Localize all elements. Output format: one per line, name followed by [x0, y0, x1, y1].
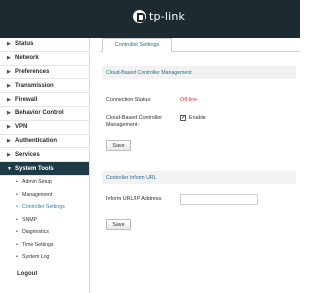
- cloud-save-button[interactable]: Save: [106, 140, 131, 151]
- sidebar-item-system-tools[interactable]: ▼ System Tools: [0, 162, 89, 177]
- chevron-right-icon: ▶: [7, 55, 11, 62]
- section-header-inform-url: Controller Inform URL: [102, 171, 296, 184]
- section-header-cloud-management: Cloud-Based Controller Management: [102, 66, 296, 79]
- chevron-right-icon: ▶: [7, 124, 11, 131]
- sidebar-item-preferences[interactable]: ▶ Preferences: [0, 66, 89, 80]
- brand-name: tp-link: [149, 10, 186, 23]
- tab-controller-settings[interactable]: Controller Settings: [102, 38, 172, 52]
- sidebar-subitem-snmp[interactable]: • SNMP: [0, 214, 89, 227]
- tab-bar: Controller Settings: [100, 38, 300, 52]
- connection-status-label: Connection Status:: [106, 97, 152, 103]
- sidebar-item-transmission[interactable]: ▶ Transmission: [0, 79, 89, 94]
- chevron-right-icon: ▶: [7, 151, 11, 158]
- cloud-management-label: Cloud-Based Controller Management:: [106, 115, 162, 129]
- inform-url-input[interactable]: [180, 194, 258, 205]
- sidebar-item-status[interactable]: ▶ Status: [0, 38, 89, 52]
- chevron-right-icon: ▶: [7, 110, 11, 117]
- cloud-management-label-line2: Management:: [106, 122, 139, 128]
- sidebar-item-vpn[interactable]: ▶ VPN: [0, 121, 89, 135]
- sidebar-item-services[interactable]: ▶ Services: [0, 148, 89, 163]
- tp-link-logo-icon: [133, 10, 146, 23]
- chevron-right-icon: ▶: [7, 68, 11, 75]
- sidebar-item-authentication[interactable]: ▶ Authentication: [0, 135, 89, 149]
- sidebar-item-firewall[interactable]: ▶ Firewall: [0, 93, 89, 107]
- main-content: Controller Settings Cloud-Based Controll…: [90, 38, 300, 293]
- chevron-right-icon: ▶: [7, 96, 11, 103]
- sidebar-item-network[interactable]: ▶ Network: [0, 52, 89, 66]
- chevron-right-icon: ▶: [7, 137, 11, 144]
- enable-label: Enable: [189, 115, 206, 121]
- chevron-down-icon: ▼: [7, 165, 12, 172]
- sidebar-subitem-time-settings[interactable]: • Time Settings: [0, 239, 89, 252]
- sidebar-subitem-system-log[interactable]: • System Log: [0, 251, 89, 264]
- sidebar-subitem-management[interactable]: • Management: [0, 189, 89, 202]
- sidebar-subitem-diagnostics[interactable]: • Diagnostics: [0, 226, 89, 239]
- sidebar-subitem-admin-setup[interactable]: • Admin Setup: [0, 176, 89, 189]
- inform-save-button[interactable]: Save: [106, 219, 131, 230]
- chevron-right-icon: ▶: [7, 41, 11, 48]
- inform-url-label: Inform URL/IP Address:: [106, 196, 163, 202]
- sidebar-nav: ▶ Status ▶ Network ▶ Preferences ▶ Transmiss…: [0, 38, 90, 293]
- cloud-management-label-line1: Cloud-Based Controller: [106, 115, 163, 121]
- logout-link[interactable]: Logout: [17, 271, 37, 277]
- chevron-right-icon: ▶: [7, 82, 11, 89]
- enable-checkbox-group[interactable]: Enable: [180, 114, 206, 121]
- connection-status-value: Off-line: [180, 97, 198, 103]
- sidebar-subitem-controller-settings[interactable]: • Controller Settings: [0, 201, 89, 214]
- sidebar-item-behavior-control[interactable]: ▶ Behavior Control: [0, 107, 89, 121]
- brand-logo: tp-link: [133, 10, 185, 23]
- enable-checkbox[interactable]: [180, 114, 186, 121]
- top-header: tp-link: [0, 0, 300, 38]
